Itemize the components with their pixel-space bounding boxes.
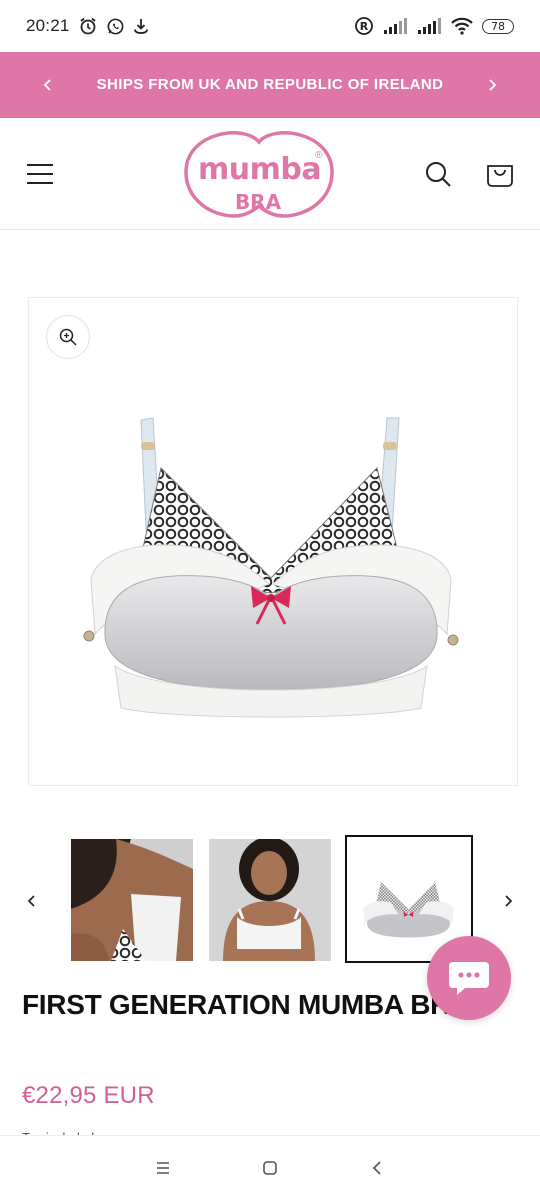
product-media[interactable] xyxy=(28,297,518,786)
cart-icon xyxy=(487,164,513,187)
tax-note: Tax included. xyxy=(22,1127,98,1135)
signal-icon xyxy=(416,17,442,35)
cart-button[interactable] xyxy=(478,152,522,196)
zoom-button[interactable] xyxy=(46,315,90,359)
status-right: R 78 xyxy=(354,16,514,36)
search-icon xyxy=(426,161,451,187)
chat-button[interactable] xyxy=(427,936,511,1020)
logo-mark: ® xyxy=(315,150,323,161)
product-title: FIRST GENERATION MUMBA BRA xyxy=(22,989,470,1020)
thumbnail-prev-button[interactable] xyxy=(22,891,42,911)
back-icon xyxy=(372,1161,381,1175)
whatsapp-icon xyxy=(106,17,125,36)
search-button[interactable] xyxy=(416,152,460,196)
signal-icon xyxy=(382,17,408,35)
menu-icon xyxy=(27,163,53,184)
thumbnail-2[interactable] xyxy=(209,839,331,961)
site-header: mumba ® BRA xyxy=(0,118,540,230)
thumbnail-next-button[interactable] xyxy=(498,891,518,911)
home-button[interactable] xyxy=(250,1148,290,1188)
system-nav-bar xyxy=(0,1135,540,1200)
logo-text: mumba xyxy=(198,152,322,187)
header-actions xyxy=(416,152,522,196)
product-price: €22,95 EUR xyxy=(22,1082,155,1109)
back-button[interactable] xyxy=(357,1148,397,1188)
announcement-next-button[interactable] xyxy=(480,73,504,97)
chat-icon xyxy=(449,962,489,995)
thumbnail-image xyxy=(71,839,193,961)
download-icon xyxy=(133,17,149,35)
zoom-in-icon xyxy=(59,328,77,346)
menu-button[interactable] xyxy=(18,152,62,196)
registered-icon: R xyxy=(354,16,374,36)
battery-icon: 78 xyxy=(482,18,514,34)
chevron-left-icon xyxy=(27,895,35,907)
announcement-prev-button[interactable] xyxy=(36,73,60,97)
announcement-bar: SHIPS FROM UK AND REPUBLIC OF IRELAND xyxy=(0,52,540,118)
svg-text:R: R xyxy=(360,20,369,33)
chevron-left-icon xyxy=(43,79,51,91)
chevron-right-icon xyxy=(489,79,497,91)
recent-apps-icon xyxy=(157,1162,170,1174)
site-logo[interactable]: mumba ® BRA xyxy=(182,128,336,220)
status-time: 20:21 xyxy=(26,16,70,35)
status-left: 20:21 xyxy=(26,16,149,36)
recent-apps-button[interactable] xyxy=(143,1148,183,1188)
announcement-text: SHIPS FROM UK AND REPUBLIC OF IRELAND xyxy=(96,76,444,93)
alarm-icon xyxy=(78,16,98,36)
status-bar: 20:21 R 78 xyxy=(0,0,540,52)
logo-subtext: BRA xyxy=(234,190,282,214)
thumbnail-image xyxy=(209,839,331,961)
wifi-icon xyxy=(450,16,474,36)
product-image xyxy=(83,417,459,718)
home-icon xyxy=(263,1161,277,1175)
chevron-right-icon xyxy=(505,895,513,907)
thumbnail-1[interactable] xyxy=(71,839,193,961)
